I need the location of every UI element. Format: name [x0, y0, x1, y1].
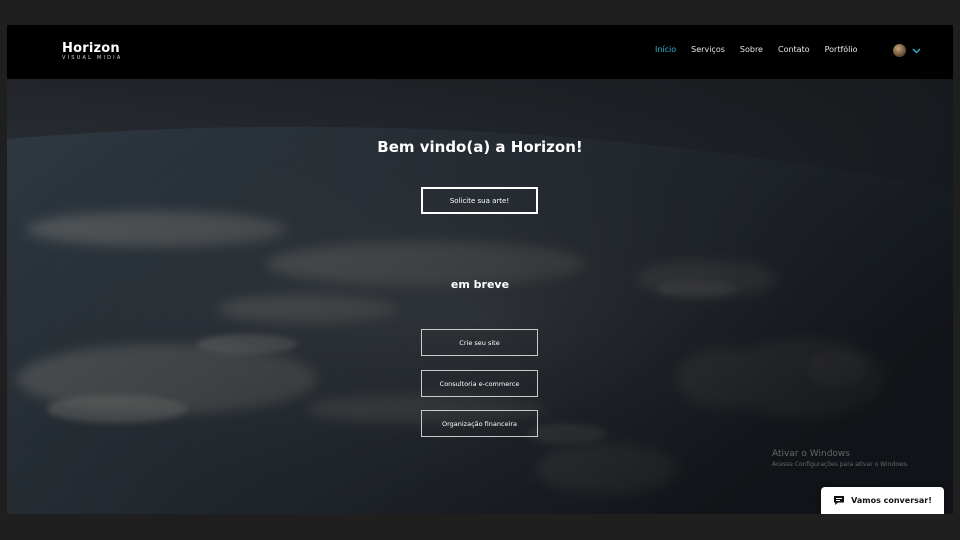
language-selector[interactable] [893, 44, 921, 57]
nav-link-contato[interactable]: Contato [778, 45, 810, 54]
service-button-ecommerce-consulting[interactable]: Consultoria e-commerce [421, 370, 538, 397]
windows-activation-watermark: Ativar o Windows Acesse Configurações pa… [772, 449, 909, 468]
service-button-create-site[interactable]: Crie seu site [421, 329, 538, 356]
nav-link-portfolio[interactable]: Portfólio [825, 45, 858, 54]
chat-widget-button[interactable]: Vamos conversar! [821, 487, 944, 514]
main-nav: Início Serviços Sobre Contato Portfólio [655, 45, 858, 54]
hero-title: Bem vindo(a) a Horizon! [377, 138, 583, 156]
logo-subtitle: VISUAL MIDIA [62, 55, 123, 61]
nav-link-inicio[interactable]: Início [655, 45, 676, 54]
flag-avatar-icon [893, 44, 906, 57]
watermark-subtitle: Acesse Configurações para ativar o Windo… [772, 461, 909, 468]
chevron-down-icon [912, 48, 921, 53]
chat-bubble-icon [834, 496, 845, 505]
logo-title: Horizon [62, 41, 120, 56]
request-art-button[interactable]: Solicite sua arte! [421, 187, 538, 214]
browser-viewport: Horizon VISUAL MIDIA Início Serviços Sob… [7, 25, 953, 514]
hero-section: Bem vindo(a) a Horizon! Solicite sua art… [7, 79, 953, 514]
chat-label: Vamos conversar! [851, 496, 932, 505]
site-header: Horizon VISUAL MIDIA Início Serviços Sob… [7, 25, 953, 79]
nav-link-servicos[interactable]: Serviços [691, 45, 725, 54]
watermark-title: Ativar o Windows [772, 449, 850, 459]
nav-link-sobre[interactable]: Sobre [740, 45, 763, 54]
coming-soon-label: em breve [450, 278, 510, 291]
service-button-financial-organization[interactable]: Organização financeira [421, 410, 538, 437]
site-logo[interactable]: Horizon VISUAL MIDIA [62, 42, 122, 61]
